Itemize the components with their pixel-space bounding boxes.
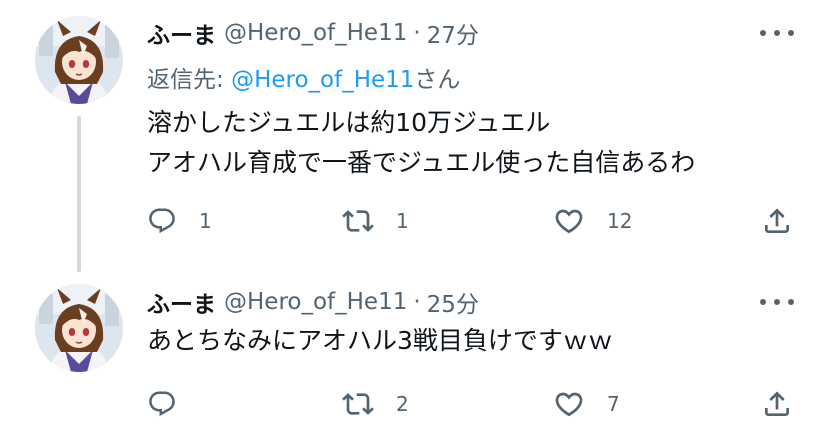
- tweet-text-line: 溶かしたジュエルは約10万ジュエル: [147, 108, 551, 137]
- retweet-count: 1: [396, 209, 409, 233]
- tweet-header: ふーま @Hero_of_He11 · 27分: [147, 16, 479, 50]
- heart-icon: [555, 209, 583, 234]
- reply-to-mention[interactable]: @Hero_of_He11: [231, 67, 414, 93]
- like-count: 12: [607, 209, 633, 233]
- reply-icon: [149, 208, 175, 234]
- share-button[interactable]: [761, 201, 793, 241]
- display-name[interactable]: ふーま: [147, 16, 216, 50]
- dot-icon: [760, 30, 766, 36]
- timestamp[interactable]: 25分: [427, 285, 479, 319]
- heart-icon: [555, 392, 583, 417]
- tweet-text-line: アオハル育成で一番でジュエル使った自信あるわ: [147, 148, 696, 177]
- like-button[interactable]: 7: [553, 384, 620, 424]
- separator-dot: ·: [413, 20, 421, 46]
- user-handle[interactable]: @Hero_of_He11: [224, 20, 407, 46]
- avatar-image: [35, 284, 123, 372]
- reply-to-line: 返信先: @Hero_of_He11さん: [147, 60, 460, 94]
- dot-icon: [788, 299, 794, 305]
- tweet-text: 溶かしたジュエルは約10万ジュエル アオハル育成で一番でジュエル使った自信あるわ: [147, 103, 695, 183]
- separator-dot: ·: [413, 289, 421, 315]
- timestamp[interactable]: 27分: [427, 16, 479, 50]
- display-name[interactable]: ふーま: [147, 285, 216, 319]
- more-options-button[interactable]: [760, 23, 794, 43]
- reply-to-suffix: さん: [414, 67, 461, 93]
- tweet-text: あとちなみにアオハル3戦目負けですｗｗ: [147, 321, 613, 361]
- tweet-text-line: あとちなみにアオハル3戦目負けですｗｗ: [147, 326, 613, 355]
- tweet-header: ふーま @Hero_of_He11 · 25分: [147, 285, 479, 319]
- avatar-image: [35, 16, 123, 104]
- like-count: 7: [607, 392, 620, 416]
- like-button[interactable]: 12: [553, 201, 632, 241]
- dot-icon: [774, 299, 780, 305]
- action-bar: 1 1 12: [147, 201, 795, 241]
- reply-icon: [149, 391, 175, 417]
- retweet-count: 2: [396, 392, 409, 416]
- share-icon: [765, 391, 789, 416]
- retweet-icon: [342, 393, 374, 415]
- reply-to-label: 返信先:: [147, 67, 232, 93]
- retweet-icon: [342, 210, 374, 232]
- avatar[interactable]: [35, 16, 123, 104]
- avatar[interactable]: [35, 284, 123, 372]
- reply-button[interactable]: [147, 384, 177, 424]
- share-button[interactable]: [761, 384, 793, 424]
- user-handle[interactable]: @Hero_of_He11: [224, 289, 407, 315]
- retweet-button[interactable]: 2: [342, 384, 409, 424]
- dot-icon: [774, 30, 780, 36]
- reply-count: 1: [199, 209, 212, 233]
- action-bar: 2 7: [147, 384, 795, 424]
- share-icon: [765, 208, 789, 233]
- more-options-button[interactable]: [760, 292, 794, 312]
- dot-icon: [788, 30, 794, 36]
- reply-button[interactable]: 1: [147, 201, 212, 241]
- retweet-button[interactable]: 1: [342, 201, 409, 241]
- dot-icon: [760, 299, 766, 305]
- tweet[interactable]: ふーま @Hero_of_He11 · 27分 返信先: @Hero_of_He…: [0, 0, 828, 272]
- tweet[interactable]: ふーま @Hero_of_He11 · 25分 あとちなみにアオハル3戦目負けで…: [0, 272, 828, 426]
